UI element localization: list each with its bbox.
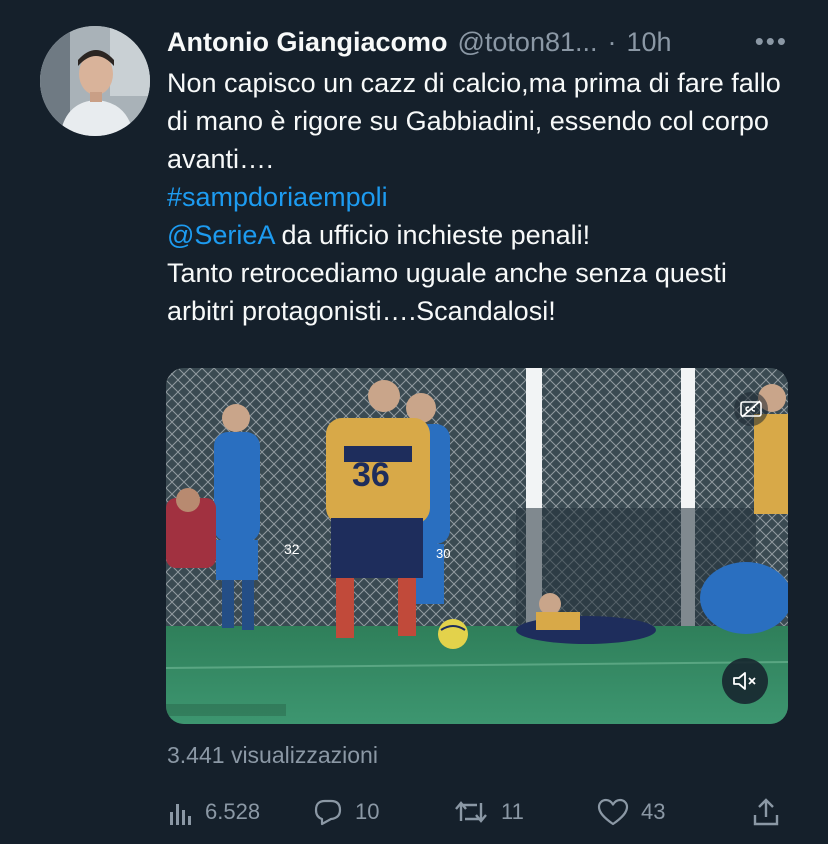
jersey-number: 36	[352, 456, 390, 494]
avatar[interactable]	[40, 26, 150, 136]
author-handle[interactable]: @toton81...	[458, 27, 598, 58]
shorts-number-right: 30	[436, 546, 450, 561]
retweet-icon	[455, 801, 487, 823]
reply-button[interactable]: 10	[313, 790, 379, 834]
retweet-button[interactable]: 11	[453, 790, 524, 834]
like-button[interactable]: 43	[597, 790, 665, 834]
avatar-photo	[40, 26, 150, 136]
tweet-text: Non capisco un cazz di calcio,ma prima d…	[167, 64, 787, 330]
mention-link[interactable]: @SerieA	[167, 220, 274, 250]
author-name[interactable]: Antonio Giangiacomo	[167, 27, 448, 58]
action-bar: 6.528 10 11 43	[167, 790, 787, 834]
tweet-time[interactable]: 10h	[627, 27, 672, 58]
more-icon[interactable]: •••	[755, 26, 788, 57]
hashtag-link[interactable]: #sampdoriaempoli	[167, 182, 388, 212]
captions-icon[interactable]	[734, 392, 768, 426]
video-frame: 32 30 36	[166, 368, 788, 724]
share-icon	[753, 798, 779, 826]
mute-icon[interactable]	[722, 658, 768, 704]
like-icon	[597, 798, 629, 826]
separator-dot: ·	[607, 26, 617, 57]
share-button[interactable]	[753, 790, 779, 834]
analytics-icon	[170, 804, 191, 825]
like-count: 43	[641, 799, 666, 824]
tweet-header: Antonio Giangiacomo @toton81... · 10h ••…	[167, 24, 788, 60]
video-player[interactable]: 32 30 36	[166, 368, 788, 724]
reply-count: 10	[355, 799, 380, 824]
shorts-number-left: 32	[284, 541, 300, 557]
retweet-count: 11	[501, 799, 524, 824]
view-count: 3.441 visualizzazioni	[167, 742, 378, 768]
tweet-line-3: da ufficio inchieste penali!	[273, 220, 591, 250]
tweet-line-4: Tanto retrocediamo uguale anche senza qu…	[167, 258, 727, 326]
analytics-count: 6.528	[205, 799, 261, 824]
reply-icon	[314, 799, 342, 826]
tweet-line-1: Non capisco un cazz di calcio,ma prima d…	[167, 68, 781, 174]
analytics-button[interactable]: 6.528	[169, 790, 260, 834]
